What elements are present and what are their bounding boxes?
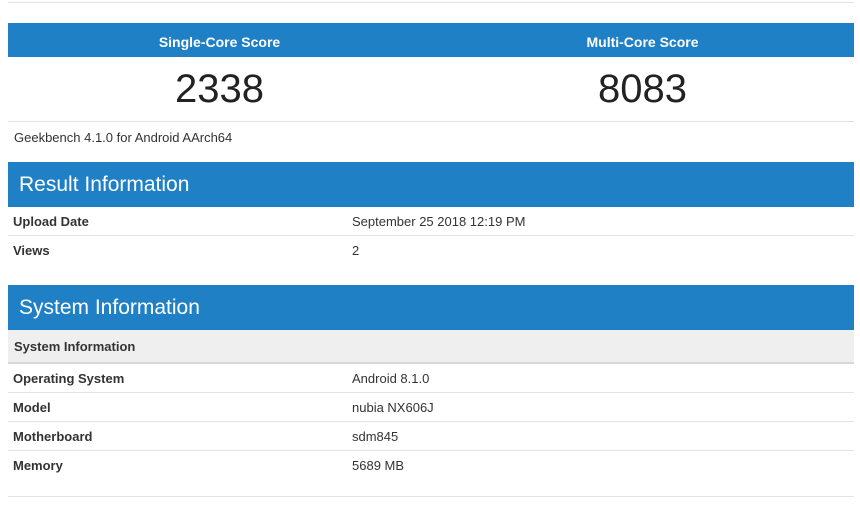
memory-label: Memory: [13, 458, 63, 473]
score-values: 2338 8083: [8, 57, 854, 122]
table-row: Operating System Android 8.1.0: [8, 364, 854, 393]
version-text: Geekbench 4.1.0 for Android AArch64: [14, 130, 233, 145]
benchmark-result-page: Single-Core Score Multi-Core Score 2338 …: [8, 0, 854, 497]
result-information-title: Result Information: [8, 162, 854, 207]
model-value: nubia NX606J: [352, 400, 434, 415]
table-row: Views 2: [8, 236, 854, 265]
table-row: Motherboard sdm845: [8, 422, 854, 451]
views-label: Views: [13, 243, 50, 258]
motherboard-label: Motherboard: [13, 429, 93, 444]
model-label: Model: [13, 400, 51, 415]
multi-core-score-value: 8083: [598, 67, 687, 111]
system-information-title: System Information: [8, 285, 854, 330]
multi-core-score-label: Multi-Core Score: [586, 34, 699, 50]
single-core-score-label: Single-Core Score: [158, 34, 281, 50]
upload-date-label: Upload Date: [13, 214, 89, 229]
table-row: Model nubia NX606J: [8, 393, 854, 422]
operating-system-value: Android 8.1.0: [352, 371, 430, 386]
score-header-bar: Single-Core Score Multi-Core Score: [8, 23, 854, 57]
motherboard-value: sdm845: [352, 429, 399, 444]
operating-system-label: Operating System: [13, 371, 125, 386]
views-value: 2: [352, 243, 360, 258]
upload-date-value: September 25 2018 12:19 PM: [352, 214, 526, 229]
system-information-subheader: System Information: [8, 330, 854, 364]
divider: [8, 2, 854, 3]
single-core-score-value: 2338: [175, 67, 264, 111]
memory-value: 5689 MB: [352, 458, 405, 473]
divider: [8, 496, 854, 497]
table-row: Memory 5689 MB: [8, 451, 854, 480]
table-row: Upload Date September 25 2018 12:19 PM: [8, 207, 854, 236]
